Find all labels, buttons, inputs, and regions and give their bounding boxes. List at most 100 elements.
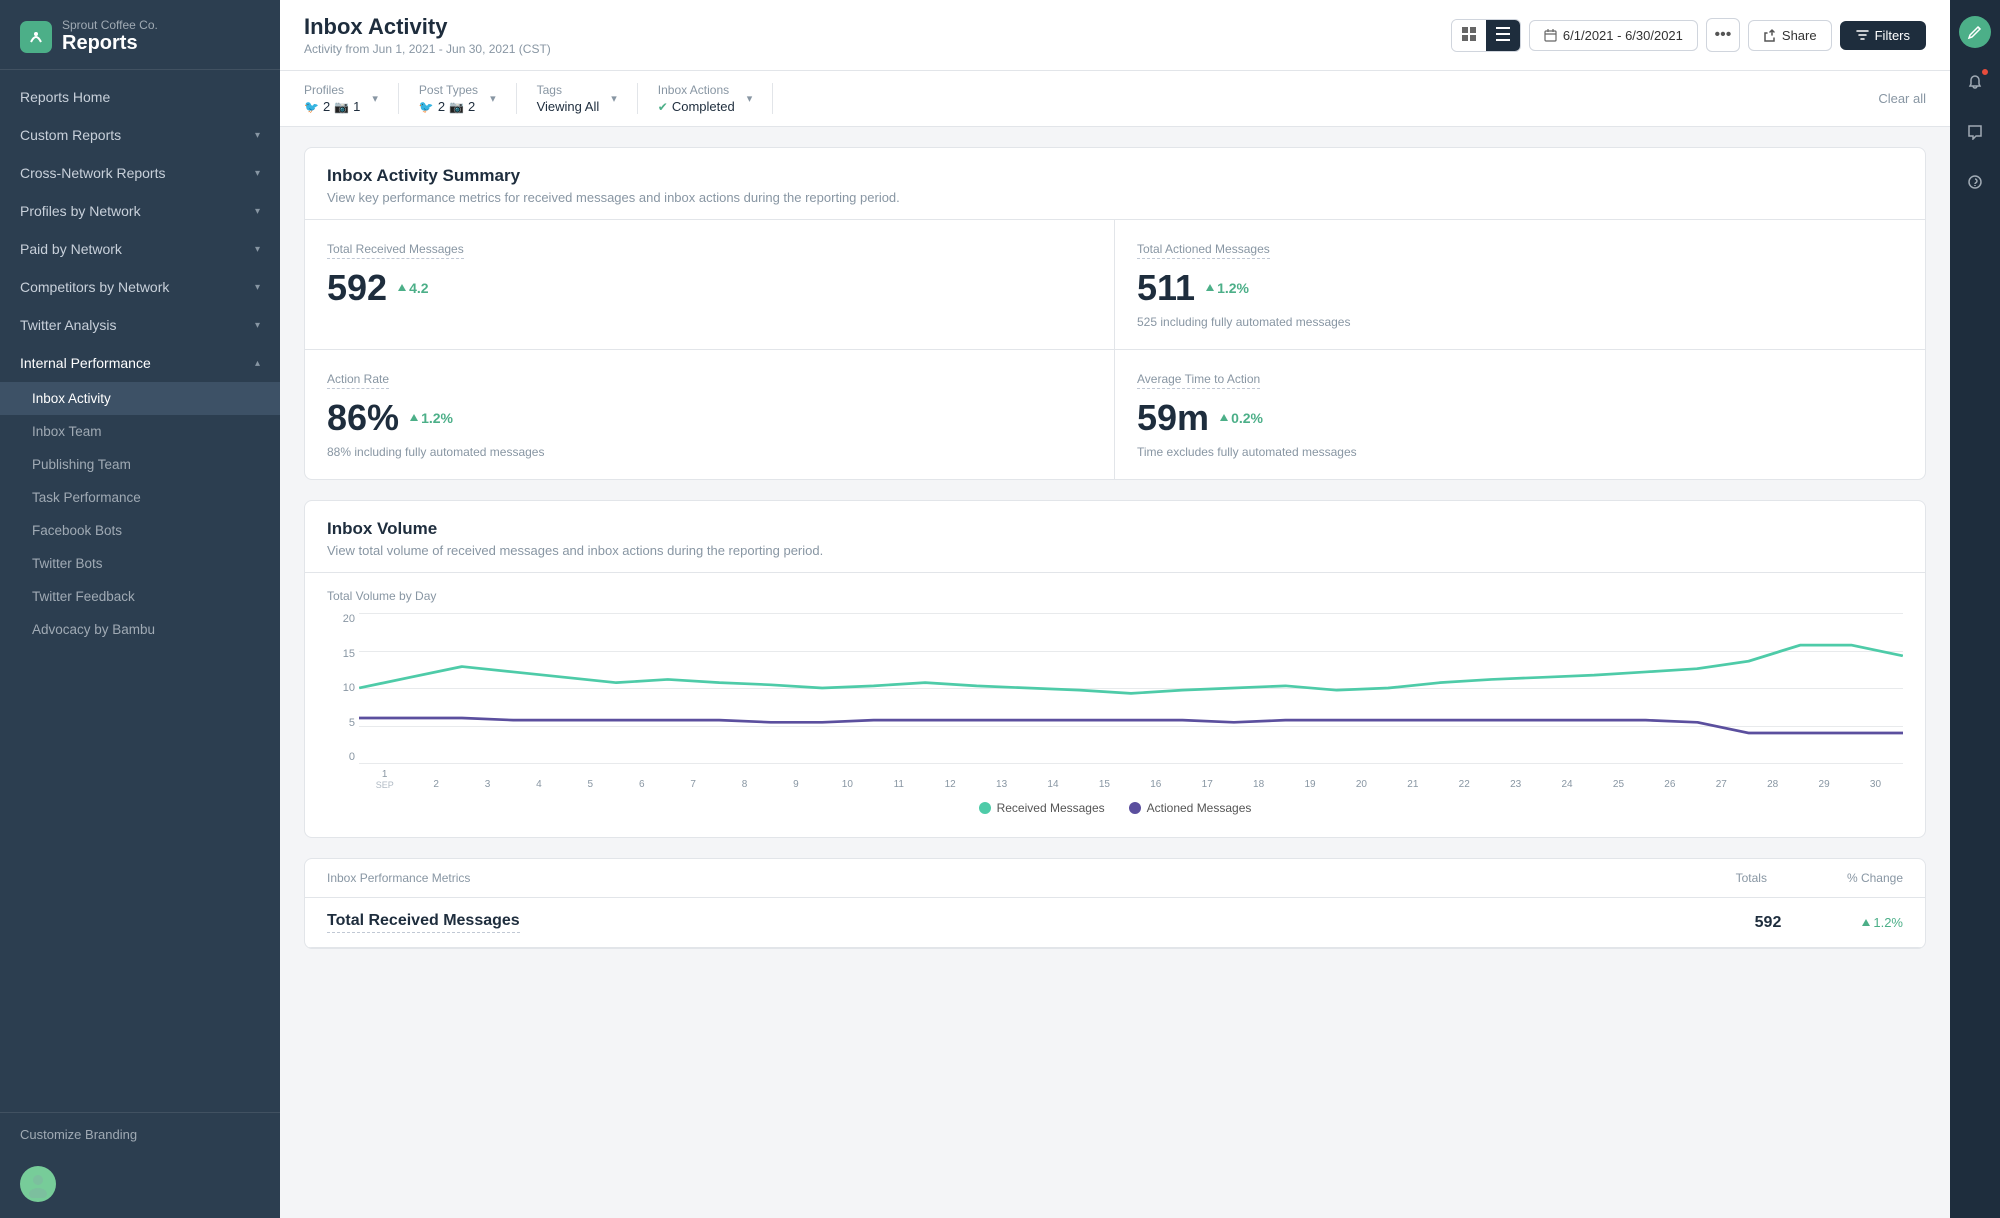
chart-y-labels: 20 15 10 5 0 (327, 613, 355, 763)
chevron-down-icon: ▾ (255, 168, 260, 179)
total-actioned-change: 1.2% (1205, 280, 1249, 296)
sidebar-item-label: Twitter Analysis (20, 317, 116, 333)
clear-all-button[interactable]: Clear all (1878, 91, 1926, 106)
view-toggle[interactable] (1451, 19, 1521, 52)
filter-bar: Profiles 🐦 2 📷 1 ▾ Post Types 🐦 2 (280, 71, 1950, 127)
sidebar-item-reports-home[interactable]: Reports Home (0, 78, 280, 116)
share-label: Share (1782, 28, 1817, 43)
volume-card: Inbox Volume View total volume of receiv… (304, 500, 1926, 838)
compose-button[interactable] (1959, 16, 1991, 48)
metrics-header-change: % Change (1847, 871, 1903, 885)
profiles-filter-label: Profiles (304, 83, 360, 97)
legend-received: Received Messages (979, 801, 1105, 815)
row-change: 1.2% (1861, 915, 1903, 930)
avg-time-change: 0.2% (1219, 410, 1263, 426)
sidebar-sub-twitter-feedback[interactable]: Twitter Feedback (0, 580, 280, 613)
inbox-actions-filter[interactable]: Inbox Actions ✔ Completed ▾ (658, 83, 773, 114)
volume-card-desc: View total volume of received messages a… (327, 543, 1903, 558)
sidebar-item-internal-performance[interactable]: Internal Performance ▴ (0, 344, 280, 382)
chevron-down-icon: ▾ (747, 92, 753, 105)
sidebar-sub-inbox-activity[interactable]: Inbox Activity (0, 382, 280, 415)
instagram-icon: 📷 (449, 100, 464, 114)
date-range-button[interactable]: 6/1/2021 - 6/30/2021 (1529, 20, 1698, 51)
total-actioned-sub: 525 including fully automated messages (1137, 315, 1903, 329)
tags-value: Viewing All (537, 99, 600, 114)
action-rate-change: 1.2% (409, 410, 453, 426)
main-wrapper: Inbox Activity Activity from Jun 1, 2021… (280, 0, 1950, 1218)
sidebar-item-paid-by-network[interactable]: Paid by Network ▾ (0, 230, 280, 268)
sidebar-item-label: Custom Reports (20, 127, 121, 143)
sidebar-item-twitter-analysis[interactable]: Twitter Analysis ▾ (0, 306, 280, 344)
chart-label: Total Volume by Day (327, 589, 1903, 603)
avg-time-label: Average Time to Action (1137, 372, 1260, 389)
chart-svg (359, 613, 1903, 763)
summary-card: Inbox Activity Summary View key performa… (304, 147, 1926, 480)
customize-branding-link[interactable]: Customize Branding (20, 1127, 260, 1142)
chart-area: Total Volume by Day 20 15 10 5 0 (305, 573, 1925, 837)
notifications-button[interactable] (1959, 66, 1991, 98)
share-button[interactable]: Share (1748, 20, 1832, 51)
sidebar-item-custom-reports[interactable]: Custom Reports ▾ (0, 116, 280, 154)
post-types-filter[interactable]: Post Types 🐦 2 📷 2 ▾ (419, 83, 517, 114)
chevron-down-icon: ▾ (255, 130, 260, 141)
metrics-header-label: Inbox Performance Metrics (327, 871, 470, 885)
total-actioned-cell: Total Actioned Messages 511 1.2% 525 inc… (1115, 220, 1925, 350)
chevron-down-icon: ▾ (490, 92, 496, 105)
tags-filter-label: Tags (537, 83, 600, 97)
sidebar-item-competitors[interactable]: Competitors by Network ▾ (0, 268, 280, 306)
row-value: 592 (1755, 914, 1782, 932)
post-types-filter-label: Post Types (419, 83, 478, 97)
sidebar-item-cross-network[interactable]: Cross-Network Reports ▾ (0, 154, 280, 192)
chevron-down-icon: ▾ (255, 244, 260, 255)
filters-label: Filters (1875, 28, 1910, 43)
sidebar-sub-publishing-team[interactable]: Publishing Team (0, 448, 280, 481)
action-rate-cell: Action Rate 86% 1.2% 88% including fully… (305, 350, 1115, 479)
chevron-down-icon: ▾ (255, 206, 260, 217)
chart-container: 20 15 10 5 0 (327, 613, 1903, 793)
page-subtitle: Activity from Jun 1, 2021 - Jun 30, 2021… (304, 42, 551, 56)
sidebar-sub-task-performance[interactable]: Task Performance (0, 481, 280, 514)
avatar[interactable] (20, 1166, 56, 1202)
legend-actioned: Actioned Messages (1129, 801, 1252, 815)
volume-card-header: Inbox Volume View total volume of receiv… (305, 501, 1925, 573)
more-options-button[interactable]: ••• (1706, 18, 1740, 52)
chevron-down-icon: ▾ (372, 92, 378, 105)
content-area: Inbox Activity Summary View key performa… (280, 127, 1950, 1218)
sidebar-sub-twitter-bots[interactable]: Twitter Bots (0, 547, 280, 580)
sidebar-item-label: Reports Home (20, 89, 110, 105)
sidebar-bottom: Customize Branding (0, 1112, 280, 1156)
x-axis: 1 SEP 2 3 4 5 6 7 8 9 (359, 765, 1903, 793)
post-types-instagram: 2 (468, 99, 475, 114)
received-dot (979, 802, 991, 814)
sidebar-sub-inbox-team[interactable]: Inbox Team (0, 415, 280, 448)
sidebar-sub-advocacy[interactable]: Advocacy by Bambu (0, 613, 280, 646)
metrics-table-header: Inbox Performance Metrics Totals % Chang… (305, 859, 1925, 898)
avg-time-cell: Average Time to Action 59m 0.2% Time exc… (1115, 350, 1925, 479)
profiles-filter[interactable]: Profiles 🐦 2 📷 1 ▾ (304, 83, 399, 114)
page-header: Inbox Activity Activity from Jun 1, 2021… (304, 14, 551, 56)
sidebar: Sprout Coffee Co. Reports Reports Home C… (0, 0, 280, 1218)
filters-button[interactable]: Filters (1840, 21, 1926, 50)
profiles-filter-value: 🐦 2 📷 1 (304, 99, 360, 114)
list-view-button[interactable] (1486, 20, 1520, 51)
sidebar-nav: Reports Home Custom Reports ▾ Cross-Netw… (0, 70, 280, 1112)
sidebar-item-label: Internal Performance (20, 355, 151, 371)
inbox-actions-text: Completed (672, 99, 735, 114)
messages-button[interactable] (1959, 116, 1991, 148)
sidebar-sub-facebook-bots[interactable]: Facebook Bots (0, 514, 280, 547)
post-types-filter-value: 🐦 2 📷 2 (419, 99, 478, 114)
twitter-count: 2 (323, 99, 330, 114)
help-button[interactable] (1959, 166, 1991, 198)
total-received-cell: Total Received Messages 592 4.2 (305, 220, 1115, 350)
sidebar-item-profiles-by-network[interactable]: Profiles by Network ▾ (0, 192, 280, 230)
action-rate-label: Action Rate (327, 372, 389, 389)
grid-view-button[interactable] (1452, 20, 1486, 51)
received-label: Received Messages (997, 801, 1105, 815)
actioned-label: Actioned Messages (1147, 801, 1252, 815)
inbox-actions-label: Inbox Actions (658, 83, 735, 97)
right-icon-bar (1950, 0, 2000, 1218)
summary-grid: Total Received Messages 592 4.2 Total Ac… (305, 220, 1925, 479)
inbox-actions-value: ✔ Completed (658, 99, 735, 114)
row-label: Total Received Messages (327, 912, 520, 933)
tags-filter[interactable]: Tags Viewing All ▾ (537, 83, 638, 114)
